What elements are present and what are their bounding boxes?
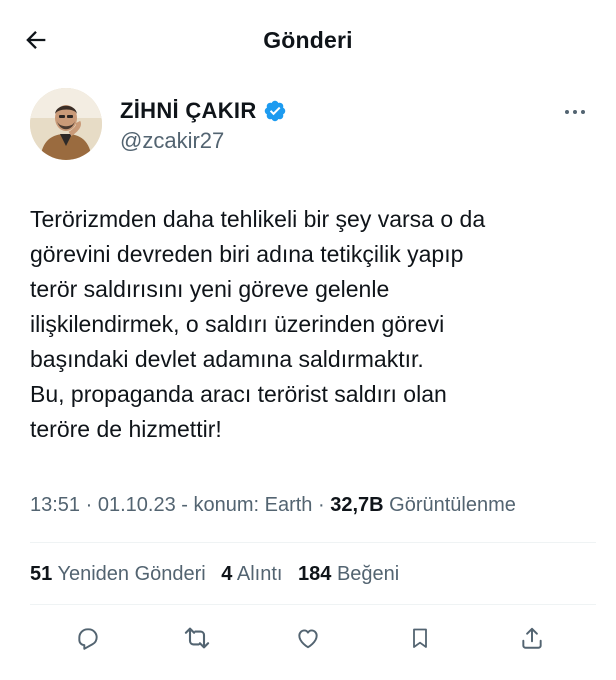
divider [30,542,596,543]
meta-separator: · [85,494,98,516]
page-title: Gönderi [263,27,353,53]
display-name[interactable]: ZİHNİ ÇAKIR [120,98,257,124]
quotes-count: 4 [221,563,233,585]
like-icon [298,629,318,649]
share-button[interactable] [512,618,552,658]
action-bar [0,618,616,662]
views-count: 32,7B [330,494,384,516]
name-row: ZİHNİ ÇAKIR [120,98,287,124]
reposts-stat[interactable]: 51 Yeniden Gönderi [30,563,206,585]
divider-2 [30,604,596,605]
verified-badge-icon [264,100,285,122]
user-handle[interactable]: @zcakir27 [120,128,224,154]
reply-icon [78,628,98,650]
bookmark-icon [413,628,427,648]
top-bar: Gönderi [0,0,616,80]
likes-count: 184 [298,563,332,585]
views-label: Görüntülenme [389,494,516,516]
likes-stat[interactable]: 184 Beğeni [298,563,399,585]
repost-icon [184,627,210,649]
engagement-stats: 51 Yeniden Gönderi 4 Alıntı 184 Beğeni [30,563,399,586]
reply-button[interactable] [68,618,108,658]
likes-label: Beğeni [336,563,400,585]
repost-button[interactable] [177,618,217,658]
quotes-stat[interactable]: 4 Alıntı [221,563,282,585]
tweet-text: Terörizmden daha tehlikeli bir şey varsa… [30,206,486,442]
bookmark-button[interactable] [400,618,440,658]
meta-separator-2: · [318,494,331,516]
author-block: ZİHNİ ÇAKIR @zcakir27 [30,88,596,164]
quotes-label: Alıntı [236,563,283,585]
like-button[interactable] [288,618,328,658]
tweet-date[interactable]: 01.10.23 [98,494,176,516]
avatar-photo-icon [30,88,102,160]
tweet-time[interactable]: 13:51 [30,494,80,516]
tweet-meta: 13:51 · 01.10.23 - konum: Earth · 32,7B … [30,494,516,517]
meta-dash: - [181,494,194,516]
reposts-count: 51 [30,563,53,585]
reposts-label: Yeniden Gönderi [57,563,206,585]
avatar[interactable] [30,88,102,160]
tweet-location: konum: Earth [193,494,313,516]
more-options-button[interactable] [560,102,590,122]
more-dots-icon [565,110,585,114]
share-icon [522,627,542,649]
